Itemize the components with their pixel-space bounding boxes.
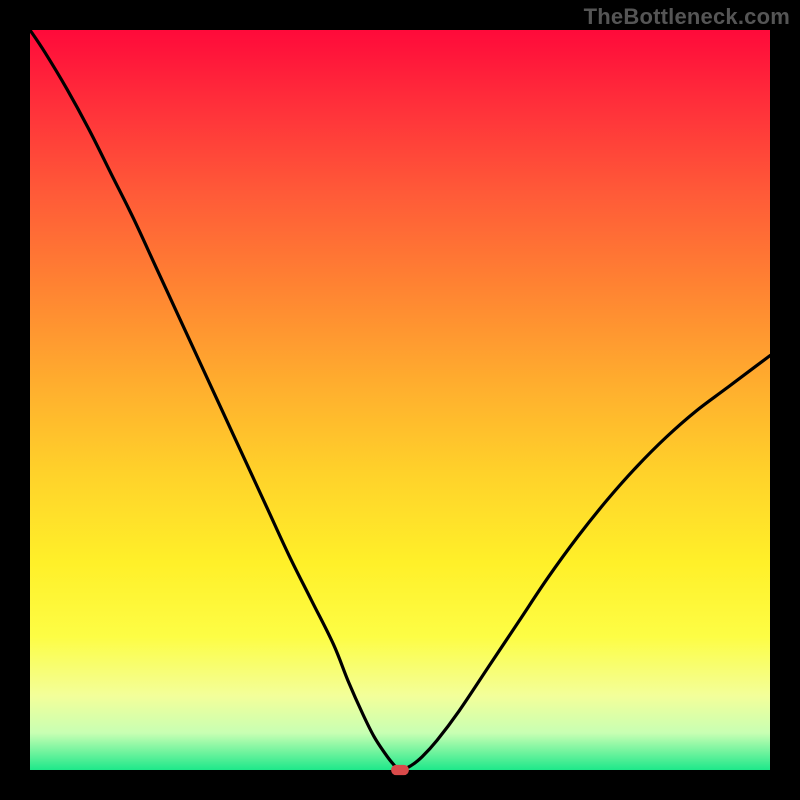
chart-svg <box>30 30 770 770</box>
bottleneck-curve <box>30 30 770 770</box>
watermark-text: TheBottleneck.com <box>584 4 790 30</box>
plot-area <box>30 30 770 770</box>
chart-frame: TheBottleneck.com <box>0 0 800 800</box>
optimum-marker <box>391 765 409 775</box>
